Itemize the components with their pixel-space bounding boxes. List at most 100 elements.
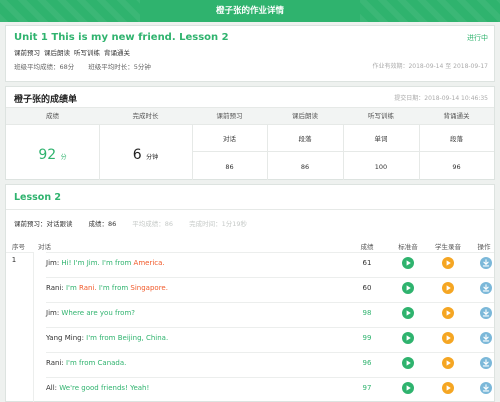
lesson-duration: 完成时间：1分19秒 (189, 220, 247, 228)
col-standard-audio: 标准音 (398, 243, 418, 251)
speaker-name: Rani: (46, 359, 66, 367)
class-stats: 班级平均成绩：68分 班级平均时长：5分钟 (14, 61, 165, 71)
col-student-audio: 学生录音 (435, 243, 461, 251)
row-score: 60 (362, 284, 372, 292)
play-icon (446, 335, 451, 341)
dialog-table-header: 序号 对话 成绩 标准音 学生录音 操作 (6, 238, 494, 252)
dialog-text: I'm (65, 284, 80, 292)
lesson-title: Lesson 2 (14, 192, 62, 203)
lesson-score: 成绩：86 (88, 220, 117, 228)
dialog-text: Where are you from? (61, 309, 135, 317)
play-icon (406, 385, 411, 391)
play-standard-button[interactable] (402, 332, 414, 344)
dialog-line: Rani: I'm from Canada. (46, 359, 126, 367)
dialog-text: We're good friends! Yeah! (59, 384, 150, 392)
status-badge: 进行中 (467, 34, 488, 42)
play-standard-button[interactable] (402, 257, 414, 269)
table-row: Rani: I'm Rani. I'm from Singapore. 60 (46, 277, 494, 300)
download-button[interactable] (480, 382, 492, 394)
homework-date-range: 作业有效期：2018-09-14 至 2018-09-17 (372, 63, 488, 70)
row-score: 97 (362, 384, 372, 392)
tag-dictation: 听写训练 (74, 49, 100, 57)
reading-score: 86 (300, 163, 310, 171)
download-icon (482, 384, 490, 392)
dialog-text: I'm from Canada. (65, 359, 127, 367)
grades-title: 橙子张的成绩单 (14, 95, 78, 105)
download-button[interactable] (480, 307, 492, 319)
play-student-button[interactable] (442, 257, 454, 269)
download-icon (482, 359, 490, 367)
highlighted-word: America. (133, 259, 165, 267)
lesson-avg-score: 平均成绩：86 (132, 220, 174, 228)
total-score: 92 分 (6, 147, 99, 163)
total-score-value: 92 (38, 147, 57, 163)
header-score: 成绩 (6, 107, 99, 125)
tag-recitation: 背诵通关 (104, 49, 130, 57)
table-row: All: We're good friends! Yeah! 97 (46, 377, 494, 400)
total-time-unit: 分钟 (146, 154, 159, 161)
table-row: Yang Ming: I'm from Beijing, China. 99 (46, 327, 494, 350)
speaker-name: Rani: (46, 284, 66, 292)
dialog-line: All: We're good friends! Yeah! (46, 384, 149, 392)
dictation-type: 单词 (374, 135, 388, 143)
download-icon (482, 334, 490, 342)
submit-date: 提交日期：2018-09-14 10:46:35 (394, 95, 488, 102)
play-icon (406, 360, 411, 366)
download-button[interactable] (480, 357, 492, 369)
dialog-text: Hi! I'm Jim. I'm from (61, 259, 134, 267)
download-button[interactable] (480, 282, 492, 294)
header-recitation: 背诵通关 (419, 107, 494, 125)
play-icon (446, 310, 451, 316)
total-score-unit: 分 (60, 154, 67, 161)
divider (192, 151, 494, 152)
homework-title: Unit 1 This is my new friend. Lesson 2 (14, 32, 229, 43)
play-student-button[interactable] (442, 282, 454, 294)
play-standard-button[interactable] (402, 357, 414, 369)
play-student-button[interactable] (442, 307, 454, 319)
download-icon (482, 309, 490, 317)
row-score: 96 (362, 359, 372, 367)
dialog-line: Yang Ming: I'm from Beijing, China. (46, 334, 168, 342)
preview-score: 86 (225, 163, 234, 171)
col-dialog: 对话 (38, 243, 51, 251)
class-avg-time: 班级平均时长：5分钟 (88, 63, 151, 71)
dialog-line: Rani: I'm Rani. I'm from Singapore. (46, 284, 168, 292)
play-icon (446, 385, 451, 391)
recitation-type: 段落 (450, 135, 463, 143)
play-icon (406, 310, 411, 316)
seq-cell (6, 252, 34, 402)
play-standard-button[interactable] (402, 282, 414, 294)
play-student-button[interactable] (442, 382, 454, 394)
header-dictation: 听写训练 (343, 107, 419, 125)
header-time: 完成时长 (99, 107, 192, 125)
play-standard-button[interactable] (402, 307, 414, 319)
dictation-score: 100 (374, 163, 388, 171)
total-time: 6 分钟 (99, 147, 192, 163)
recitation-score: 96 (452, 163, 461, 171)
download-icon (482, 259, 490, 267)
play-standard-button[interactable] (402, 382, 414, 394)
divider (6, 209, 494, 210)
speaker-name: Yang Ming: (46, 334, 87, 342)
download-button[interactable] (480, 257, 492, 269)
download-button[interactable] (480, 332, 492, 344)
reading-type: 段落 (298, 135, 312, 143)
dialog-line: Jim: Hi! I'm Jim. I'm from America. (46, 259, 165, 267)
play-icon (446, 360, 451, 366)
header-reading: 课后朗读 (267, 107, 343, 125)
dialog-line: Jim: Where are you from? (46, 309, 135, 317)
play-icon (446, 260, 451, 266)
lesson-card: Lesson 2 课前预习：对话跟读 成绩：86 平均成绩：86 完成时间：1分19秒… (5, 184, 495, 402)
col-score: 成绩 (360, 243, 374, 251)
play-student-button[interactable] (442, 357, 454, 369)
highlighted-word: Singapore. (130, 284, 168, 292)
row-score: 98 (362, 309, 372, 317)
dialog-text: I'm from (96, 284, 131, 292)
seq-number: 1 (11, 256, 17, 264)
header-preview: 课前预习 (192, 107, 267, 125)
lesson-meta: 课前预习：对话跟读 成绩：86 平均成绩：86 完成时间：1分19秒 (14, 218, 247, 228)
table-row: Rani: I'm from Canada. 96 (46, 352, 494, 375)
class-avg-score: 班级平均成绩：68分 (14, 63, 75, 71)
table-row: Jim: Hi! I'm Jim. I'm from America. 61 (46, 252, 494, 275)
play-student-button[interactable] (442, 332, 454, 344)
